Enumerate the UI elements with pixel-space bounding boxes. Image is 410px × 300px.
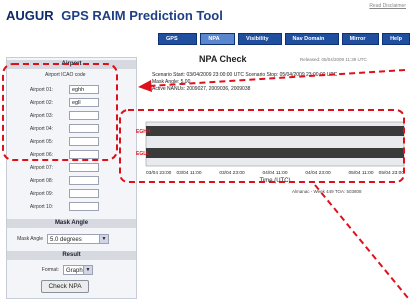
almanac-footer: Almanac - Week 449 TOA: 503808	[292, 189, 362, 194]
airport-01-label: Airport 01:	[29, 87, 53, 93]
page-title: NPA Check	[199, 54, 247, 64]
chevron-down-icon: ▼	[83, 266, 92, 274]
airport-08-label: Airport 08:	[29, 178, 53, 184]
format-label: Format:	[41, 267, 59, 273]
nav-visibility-tool[interactable]: Visibility Tool	[237, 33, 282, 52]
chart-x-tick-label: 05/04 11:00	[349, 170, 374, 176]
mask-angle-label: Mask Angle	[17, 236, 43, 242]
released-timestamp: Released: 05/04/2009 11:39 UTC	[300, 57, 367, 62]
airport-02-input[interactable]: egll	[69, 98, 99, 107]
airport-05-label: Airport 05:	[29, 139, 53, 145]
nav-help[interactable]: Help	[382, 33, 410, 45]
chart-row-label: EGHH	[136, 129, 151, 135]
scenario-info: Scenario Start: 03/04/2009 23:00:00 UTC …	[152, 72, 337, 93]
nav-mirror-site[interactable]: Mirror Site	[341, 33, 380, 52]
chart-x-tick-label: 03/04 23:00	[219, 170, 245, 176]
mask-angle-text: Mask Angle: 5.00	[152, 79, 191, 85]
airport-09-input[interactable]	[69, 189, 99, 198]
airport-07-label: Airport 07:	[29, 165, 53, 171]
chart-bar-eghh	[146, 126, 404, 136]
airport-10-input[interactable]	[69, 202, 99, 211]
airport-08-input[interactable]	[69, 176, 99, 185]
mask-angle-select[interactable]: 5.0 degrees ▼	[47, 234, 109, 244]
check-npa-button[interactable]: Check NPA	[41, 280, 89, 293]
mask-angle-value: 5.0 degrees	[50, 237, 82, 243]
annotation-arrowhead	[138, 80, 152, 92]
airport-05-input[interactable]	[69, 137, 99, 146]
chart-bar-egll	[146, 148, 404, 158]
scenario-text: Scenario Start: 03/04/2009 23:00:00 UTC …	[152, 72, 338, 78]
chart-x-tick-label: 03/04 11:00	[177, 170, 202, 176]
airport-06-input[interactable]	[69, 150, 99, 159]
chart-x-tick-label: 04/04 23:00	[305, 170, 331, 176]
chart-x-tick-label: 05/04 23:00	[379, 170, 405, 176]
chart-x-tick-label: 04/04 11:00	[263, 170, 288, 176]
airport-04-input[interactable]	[69, 124, 99, 133]
annotation-pointer-line	[314, 184, 409, 299]
result-section-header: Result	[7, 251, 136, 260]
nav-domain-home[interactable]: Nav Domain Home	[284, 33, 339, 52]
airport-04-label: Airport 04:	[29, 126, 53, 132]
top-nav: GPS Status NPA Tool Visibility Tool Nav …	[158, 33, 410, 52]
chart-row-label: EGLL	[136, 151, 149, 157]
airport-09-label: Airport 09:	[29, 191, 53, 197]
nav-gps-status[interactable]: GPS Status	[158, 33, 198, 52]
airport-06-label: Airport 06:	[29, 152, 53, 158]
airport-10-label: Airport 10:	[29, 204, 53, 210]
airport-section-header: Airport	[7, 60, 136, 69]
disclaimer-link[interactable]: Read Disclaimer	[369, 3, 406, 9]
app-title: AUGUR GPS RAIM Prediction Tool	[6, 8, 223, 23]
format-select[interactable]: Graphic ▼	[63, 265, 93, 275]
airport-01-input[interactable]: eghh	[69, 85, 99, 94]
header: AUGUR GPS RAIM Prediction Tool Read Disc…	[0, 0, 410, 32]
airport-07-input[interactable]	[69, 163, 99, 172]
chart-x-tick-label: 03/04 23:00	[146, 170, 172, 176]
active-nanus-text: Active NANUs: 2009027, 2009036, 2009038	[152, 86, 251, 92]
chart-x-axis-label: Time (UTC)	[259, 178, 290, 184]
app-title-main: AUGUR	[6, 8, 54, 23]
airport-02-label: Airport 02:	[29, 100, 53, 106]
sidebar-form: Airport Airport ICAO code Airport 01: eg…	[6, 57, 137, 299]
airport-03-input[interactable]	[69, 111, 99, 120]
icao-column-label: Airport ICAO code	[45, 72, 86, 78]
mask-angle-section-header: Mask Angle	[7, 219, 136, 228]
airport-03-label: Airport 03:	[29, 113, 53, 119]
nav-npa-tool[interactable]: NPA Tool	[200, 33, 235, 52]
chart-ticks: 03/04 23:00 03/04 11:00 03/04 23:00 04/04 1…	[146, 170, 404, 176]
npa-timeline-chart: EGHHEGLL 03/04 23:00 03/04 11:00 03/04 23:…	[136, 121, 404, 184]
app-title-tail: GPS RAIM Prediction Tool	[61, 8, 223, 23]
chevron-down-icon: ▼	[99, 235, 108, 243]
